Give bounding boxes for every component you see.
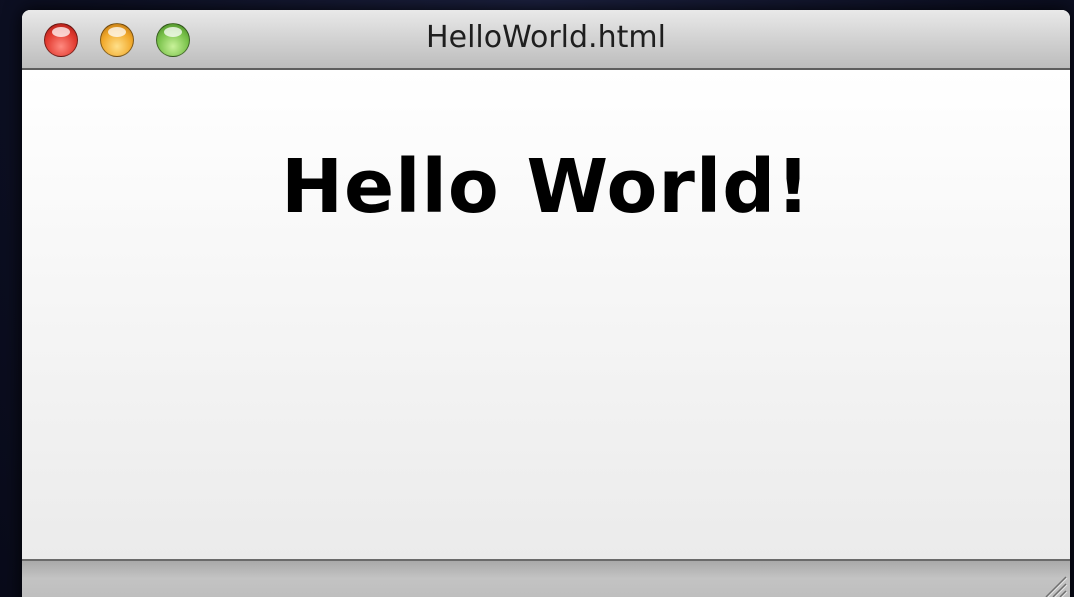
page-content: Hello World!: [22, 70, 1070, 560]
title-bar[interactable]: HelloWorld.html: [22, 10, 1070, 70]
status-bar: [22, 559, 1070, 597]
browser-window: HelloWorld.html Hello World!: [22, 10, 1070, 597]
window-title: HelloWorld.html: [426, 20, 666, 55]
page-heading: Hello World!: [281, 144, 811, 230]
resize-grip-icon[interactable]: [1042, 573, 1068, 597]
